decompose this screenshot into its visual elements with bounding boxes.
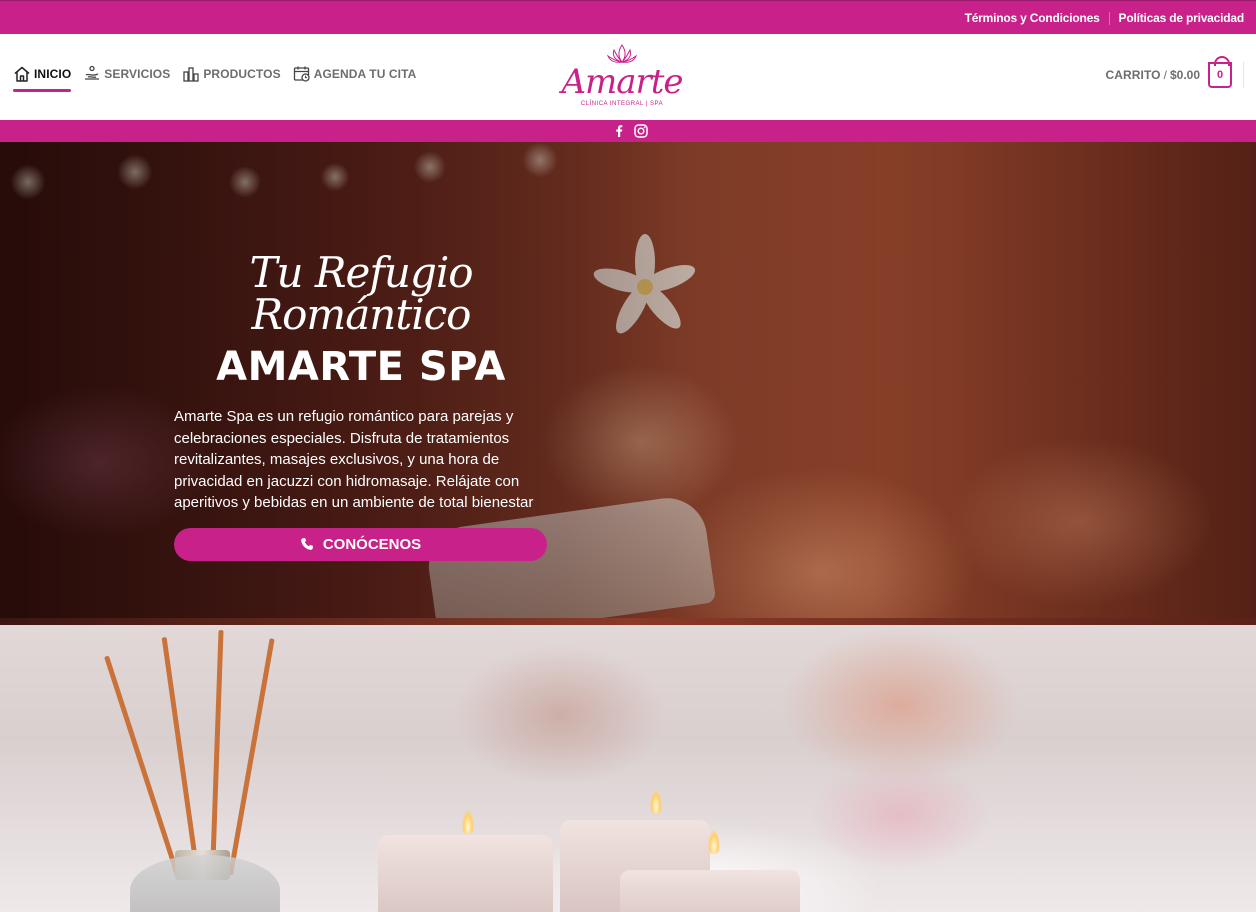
spa-icon bbox=[83, 65, 101, 83]
spa-candles-image bbox=[0, 625, 1256, 912]
home-icon bbox=[13, 65, 31, 83]
candle-flame bbox=[708, 830, 720, 854]
nav-item-agenda[interactable]: AGENDA TU CITA bbox=[293, 65, 417, 83]
cart-link[interactable]: CARRITO / $0.00 0 bbox=[1105, 56, 1232, 88]
conocenos-label: CONÓCENOS bbox=[322, 535, 422, 553]
main-nav: INICIO SERVICIOS PRODUCTOS AGENDA TU CIT… bbox=[13, 65, 428, 92]
phone-icon bbox=[300, 537, 314, 551]
instagram-icon[interactable] bbox=[633, 123, 649, 139]
candle-flame bbox=[650, 790, 662, 814]
social-bar bbox=[0, 120, 1256, 142]
section-divider bbox=[0, 618, 1256, 625]
nav-item-servicios[interactable]: SERVICIOS bbox=[83, 65, 170, 83]
hero-script-title: Tu Refugio Romántico bbox=[249, 248, 473, 339]
diffuser-reed bbox=[210, 630, 224, 876]
nav-item-productos[interactable]: PRODUCTOS bbox=[182, 65, 281, 83]
nav-label: AGENDA TU CITA bbox=[313, 67, 417, 81]
candle bbox=[620, 870, 800, 912]
hero-description: Amarte Spa es un refugio romántico para … bbox=[174, 408, 534, 511]
diffuser-reed bbox=[228, 638, 275, 876]
top-bar: Términos y Condiciones Políticas de priv… bbox=[0, 0, 1256, 34]
conocenos-button[interactable]: CONÓCENOS bbox=[174, 527, 547, 561]
top-bar-divider bbox=[1108, 11, 1110, 25]
products-icon bbox=[182, 65, 200, 83]
header-divider bbox=[1243, 62, 1244, 88]
facebook-icon[interactable] bbox=[611, 123, 627, 139]
privacy-link[interactable]: Políticas de privacidad bbox=[1119, 11, 1245, 25]
candle bbox=[378, 835, 553, 912]
logo-wordmark: Amarte bbox=[561, 62, 683, 102]
cart-separator: / bbox=[1163, 68, 1167, 82]
cart-count-badge: 0 bbox=[1208, 56, 1232, 88]
logo[interactable]: Amarte CLÍNICA INTEGRAL | SPA bbox=[552, 42, 692, 114]
nav-label: SERVICIOS bbox=[104, 67, 171, 81]
top-bar-links: Términos y Condiciones Políticas de priv… bbox=[965, 11, 1245, 25]
hero-banner: Tu Refugio Romántico AMARTE SPA Amarte S… bbox=[0, 142, 1256, 625]
calendar-clock-icon bbox=[293, 65, 311, 83]
hero-title: AMARTE SPA bbox=[216, 344, 506, 390]
diffuser-bottle bbox=[130, 855, 280, 912]
social-links bbox=[608, 123, 652, 139]
candle-flame bbox=[462, 810, 474, 834]
nav-label: INICIO bbox=[34, 67, 72, 81]
terms-link[interactable]: Términos y Condiciones bbox=[965, 11, 1100, 25]
site-header: INICIO SERVICIOS PRODUCTOS AGENDA TU CIT… bbox=[0, 34, 1256, 120]
nav-label: PRODUCTOS bbox=[203, 67, 281, 81]
cart-amount: $0.00 bbox=[1169, 68, 1200, 82]
nav-item-inicio[interactable]: INICIO bbox=[13, 65, 72, 92]
cart-label: CARRITO bbox=[1105, 68, 1161, 82]
logo-subtitle: CLÍNICA INTEGRAL | SPA bbox=[580, 101, 664, 107]
hero-content: Tu Refugio Romántico AMARTE SPA Amarte S… bbox=[174, 252, 548, 561]
